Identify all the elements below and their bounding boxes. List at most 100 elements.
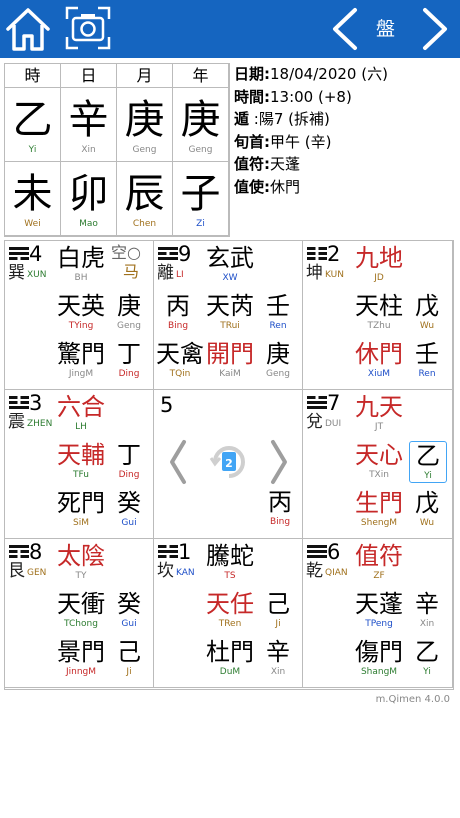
svg-text:2: 2 bbox=[225, 457, 233, 470]
deity: 玄武 XW bbox=[204, 244, 256, 284]
pillar-pinyin: Yi bbox=[28, 145, 37, 155]
stem-bottom: 戊 Wu bbox=[409, 489, 445, 529]
door-char: 死門 bbox=[57, 489, 105, 517]
star-char: 天輔 bbox=[57, 441, 105, 469]
nine-palace-grid: 4 巽 XUN 白虎 BH 天英 TYing 驚門 JingM 庚 Geng 丁 Ding 空○ 马 9 離 LI… bbox=[4, 240, 454, 690]
pillar-pinyin: Geng bbox=[188, 145, 213, 155]
door-char: 景門 bbox=[57, 638, 105, 666]
pillar-pinyin: Geng bbox=[132, 145, 157, 155]
star-pinyin: TRen bbox=[218, 619, 242, 629]
chevron-right-icon[interactable] bbox=[418, 6, 452, 52]
stem-bottom-pinyin: Wu bbox=[419, 518, 435, 528]
empty-mark: 空○ bbox=[111, 243, 141, 262]
info-value: 13:00 (+8) bbox=[270, 87, 352, 106]
palace-3[interactable]: 3 震 ZHEN 六合 LH 天輔 TFu 死門 SiM 丁 Ding 癸 Gui bbox=[5, 390, 154, 539]
star-char: 天柱 bbox=[355, 292, 403, 320]
palace-6[interactable]: 6 乾 QIAN 值符 ZF 天蓬 TPeng 傷門 ShangM 辛 Xin 乙 Yi bbox=[303, 539, 453, 688]
pillar-char: 乙 bbox=[12, 97, 53, 143]
stem-bottom-char: 乙 bbox=[415, 638, 439, 666]
stem-bottom: 壬 Ren bbox=[409, 340, 445, 380]
door-pinyin: JinngM bbox=[65, 667, 97, 677]
door: 開門 KaiM bbox=[204, 340, 256, 380]
deity-pinyin: JD bbox=[374, 273, 384, 283]
stem-top-char: 癸 bbox=[117, 590, 141, 618]
app-version: m.Qimen 4.0.0 bbox=[375, 694, 450, 705]
trigram-pinyin: XUN bbox=[27, 270, 47, 280]
palace-number: 4 bbox=[29, 242, 43, 266]
trigram-name: 離 bbox=[157, 263, 174, 283]
pillar-header: 月 bbox=[117, 64, 173, 88]
stem-bottom: 癸 Gui bbox=[111, 489, 147, 529]
deity: 六合 LH bbox=[55, 393, 107, 433]
info-row: 旬首:甲午 (辛) bbox=[234, 131, 388, 154]
stem-top-char: 丁 bbox=[117, 441, 141, 469]
pillar-header: 年 bbox=[173, 64, 229, 88]
stem-top-char: 戊 bbox=[415, 292, 439, 320]
palace-8[interactable]: 8 艮 GEN 太陰 TY 天衝 TChong 景門 JinngM 癸 Gui 己 Ji bbox=[5, 539, 154, 688]
star: 天任 TRen bbox=[204, 590, 256, 630]
trigram-name: 巽 bbox=[8, 263, 25, 283]
pillar-pinyin: Mao bbox=[79, 219, 98, 229]
top-toolbar: 盤 bbox=[0, 0, 460, 58]
palace-9[interactable]: 9 離 LI 玄武 XW 天芮 TRui 開門 KaiM 壬 Ren 庚 Geng 丙 Bing 天禽 TQin bbox=[154, 241, 303, 390]
stem-bottom-char: 癸 bbox=[117, 489, 141, 517]
four-pillars-table: 時日月年乙 Yi 辛 Xin 庚 Geng 庚 Geng 未 Wei 卯 Mao 辰 Chen 子 Zi bbox=[4, 63, 230, 237]
camera-icon[interactable] bbox=[64, 5, 112, 51]
trigram-symbol bbox=[307, 545, 327, 560]
info-key: 旬首: bbox=[234, 132, 270, 151]
trigram-pinyin: KAN bbox=[176, 568, 195, 578]
home-icon[interactable] bbox=[4, 5, 52, 53]
pillar-char: 子 bbox=[180, 171, 221, 217]
deity-char: 騰蛇 bbox=[206, 542, 254, 570]
door-char: 杜門 bbox=[206, 638, 254, 666]
stem-bottom: 庚 Geng bbox=[260, 340, 296, 380]
info-key: 日期: bbox=[234, 65, 270, 83]
rotate-page-icon[interactable]: 2 bbox=[207, 440, 251, 484]
stem-bottom-char: 丙 bbox=[268, 488, 292, 516]
deity-char: 九天 bbox=[355, 393, 403, 421]
star-pinyin: TRui bbox=[220, 321, 240, 331]
palace-2[interactable]: 2 坤 KUN 九地 JD 天柱 TZhu 休門 XiuM 戊 Wu 壬 Ren bbox=[303, 241, 453, 390]
star: 天輔 TFu bbox=[55, 441, 107, 481]
chevron-left-icon[interactable] bbox=[328, 6, 362, 52]
stem-top-char: 庚 bbox=[117, 292, 141, 320]
star-char: 天衝 bbox=[57, 590, 105, 618]
door-char: 驚門 bbox=[57, 340, 105, 368]
stem-top-pinyin: Wu bbox=[419, 321, 435, 331]
star-left-char: 天禽 bbox=[156, 340, 204, 368]
deity-pinyin: LH bbox=[75, 422, 87, 432]
stem-top-pinyin: Ren bbox=[269, 321, 287, 331]
palace-4[interactable]: 4 巽 XUN 白虎 BH 天英 TYing 驚門 JingM 庚 Geng 丁 Ding 空○ 马 bbox=[5, 241, 154, 390]
door: 杜門 DuM bbox=[204, 638, 256, 678]
star-char: 天任 bbox=[206, 590, 254, 618]
trigram-pinyin: ZHEN bbox=[27, 419, 53, 429]
info-row: 遁 :陽7 (拆補) bbox=[234, 108, 388, 131]
pillar-char: 庚 bbox=[180, 97, 221, 143]
info-value: 18/04/2020 (六) bbox=[270, 65, 388, 83]
door-char: 開門 bbox=[206, 340, 254, 368]
stem-top-pinyin: Xin bbox=[419, 619, 435, 629]
toolbar-title[interactable]: 盤 bbox=[376, 17, 395, 41]
star-char: 天英 bbox=[57, 292, 105, 320]
deity-pinyin: BH bbox=[74, 273, 88, 283]
pillar-char: 辛 bbox=[68, 97, 109, 143]
deity: 太陰 TY bbox=[55, 542, 107, 582]
stem-top: 乙 Yi bbox=[409, 441, 447, 483]
door: 傷門 ShangM bbox=[353, 638, 405, 678]
stem-bottom: 乙 Yi bbox=[409, 638, 445, 678]
star: 天柱 TZhu bbox=[353, 292, 405, 332]
trigram-pinyin: QIAN bbox=[325, 568, 348, 578]
palace-5[interactable]: 5 2 丙 Bing bbox=[154, 390, 303, 539]
stem-left-pinyin: Bing bbox=[167, 321, 189, 331]
stem-bottom-char: 壬 bbox=[415, 340, 439, 368]
trigram-name: 坎 bbox=[157, 561, 174, 581]
palace-1[interactable]: 1 坎 KAN 騰蛇 TS 天任 TRen 杜門 DuM 己 Ji 辛 Xin bbox=[154, 539, 303, 688]
palace-number: 6 bbox=[327, 540, 341, 564]
palace-number: 2 bbox=[327, 242, 341, 266]
pillar-branche: 辰 Chen bbox=[117, 162, 173, 236]
door-pinyin: ShengM bbox=[360, 518, 398, 528]
stem-bottom: 丁 Ding bbox=[111, 340, 147, 380]
door-pinyin: ShangM bbox=[360, 667, 398, 677]
palace-7[interactable]: 7 兌 DUI 九天 JT 天心 TXin 生門 ShengM 乙 Yi 戊 Wu bbox=[303, 390, 453, 539]
star-pinyin: TYing bbox=[68, 321, 94, 331]
